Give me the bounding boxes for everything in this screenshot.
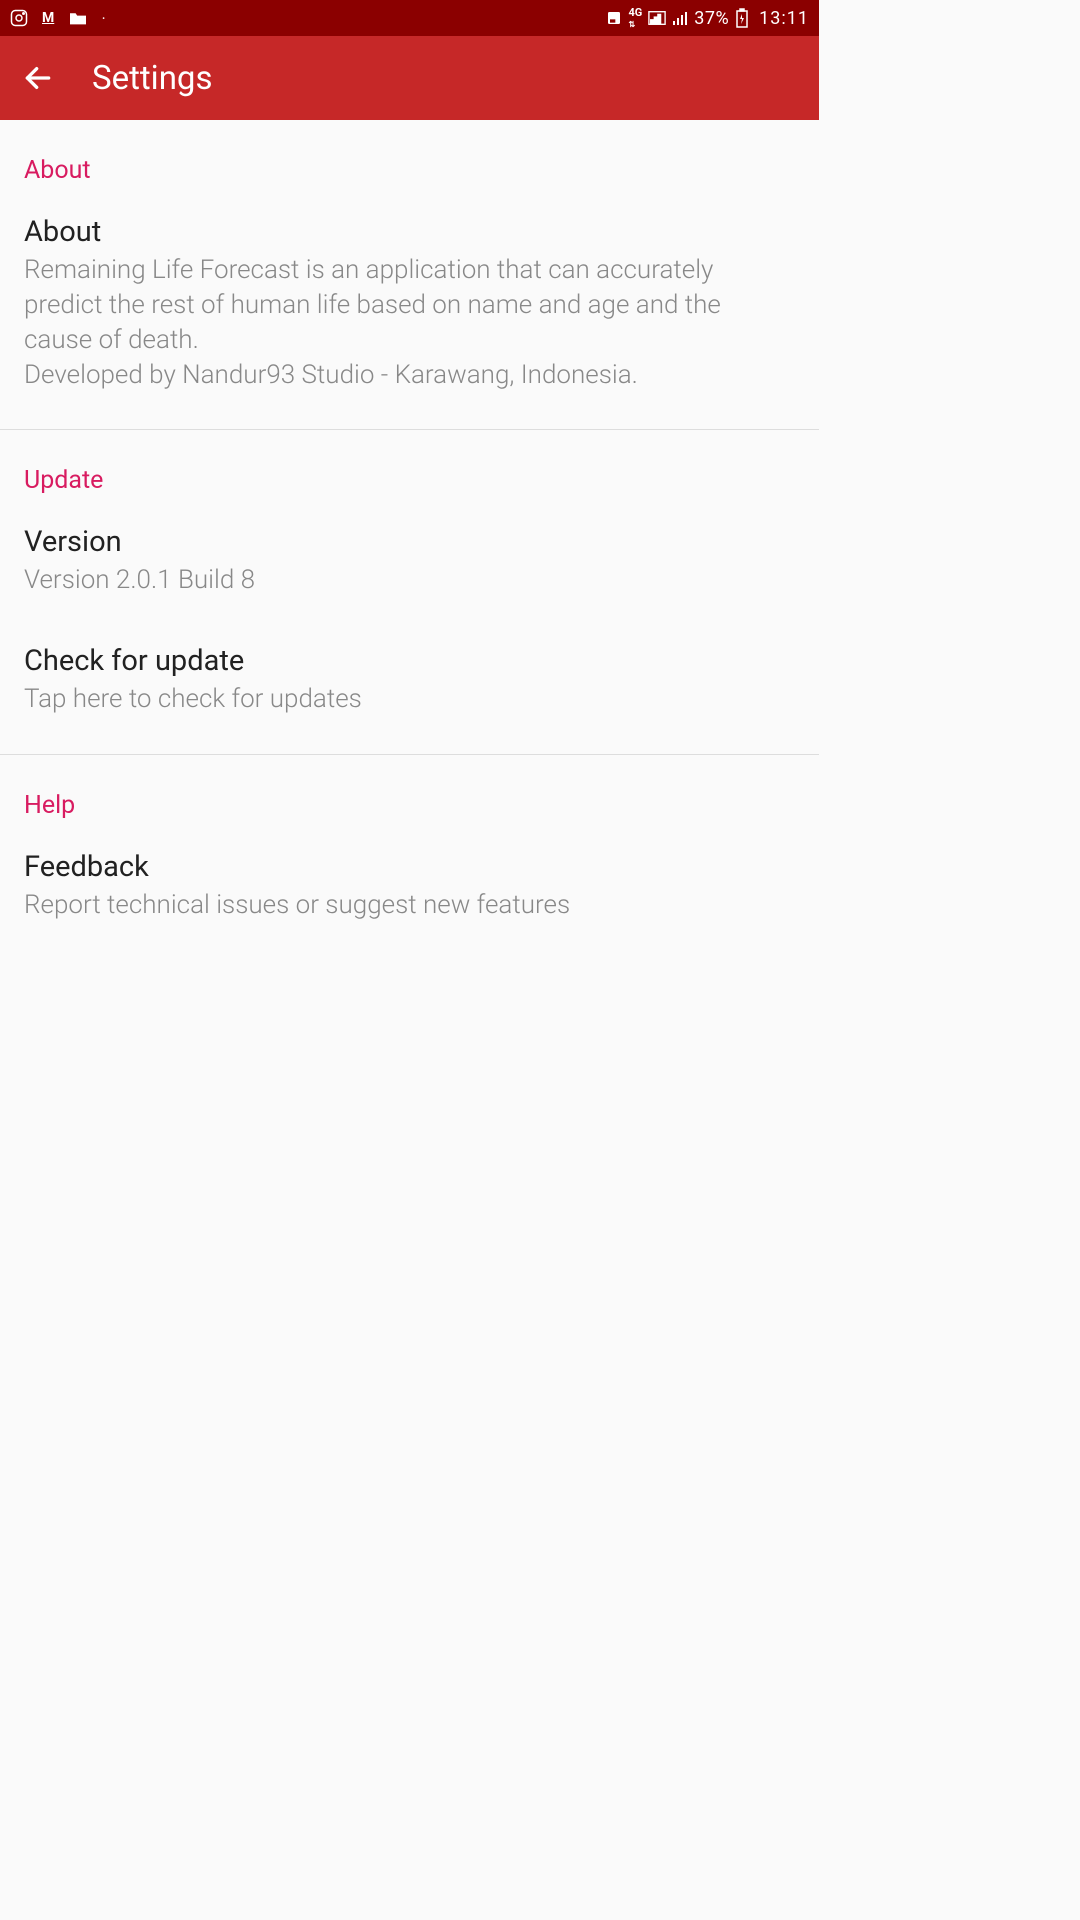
signal-1-icon	[648, 10, 666, 26]
item-feedback[interactable]: Feedback Report technical issues or sugg…	[0, 830, 819, 935]
section-header-update: Update	[0, 430, 819, 505]
item-desc: Report technical issues or suggest new f…	[24, 888, 795, 923]
app-bar: Settings	[0, 36, 819, 120]
item-desc: Tap here to check for updates	[24, 682, 795, 717]
section-about: About About Remaining Life Forecast is a…	[0, 120, 819, 430]
page-title: Settings	[92, 59, 213, 98]
item-title: Feedback	[24, 850, 795, 884]
item-about[interactable]: About Remaining Life Forecast is an appl…	[0, 195, 819, 405]
item-title: About	[24, 215, 795, 249]
item-version[interactable]: Version Version 2.0.1 Build 8	[0, 505, 819, 610]
status-left: M •	[10, 9, 105, 27]
battery-icon	[735, 8, 749, 28]
section-update: Update Version Version 2.0.1 Build 8 Che…	[0, 430, 819, 754]
item-title: Version	[24, 525, 795, 559]
card-icon	[606, 10, 622, 26]
battery-percent: 37%	[694, 8, 729, 29]
instagram-icon	[10, 9, 28, 27]
network-type: 4G⇅	[628, 7, 642, 29]
section-header-about: About	[0, 120, 819, 195]
clock: 13:11	[759, 8, 809, 29]
item-title: Check for update	[24, 644, 795, 678]
m-icon: M	[42, 10, 54, 26]
signal-2-icon	[672, 10, 688, 26]
dot-icon: •	[102, 14, 105, 23]
item-check-update[interactable]: Check for update Tap here to check for u…	[0, 610, 819, 729]
section-help: Help Feedback Report technical issues or…	[0, 755, 819, 959]
folder-icon	[68, 10, 88, 26]
content: About About Remaining Life Forecast is a…	[0, 120, 819, 959]
item-desc: Version 2.0.1 Build 8	[24, 563, 795, 598]
status-bar: M • 4G⇅	[0, 0, 819, 36]
section-header-help: Help	[0, 755, 819, 830]
status-right: 4G⇅ 37% 13:11	[606, 7, 809, 29]
item-desc: Remaining Life Forecast is an applicatio…	[24, 253, 795, 393]
back-button[interactable]	[20, 60, 56, 96]
